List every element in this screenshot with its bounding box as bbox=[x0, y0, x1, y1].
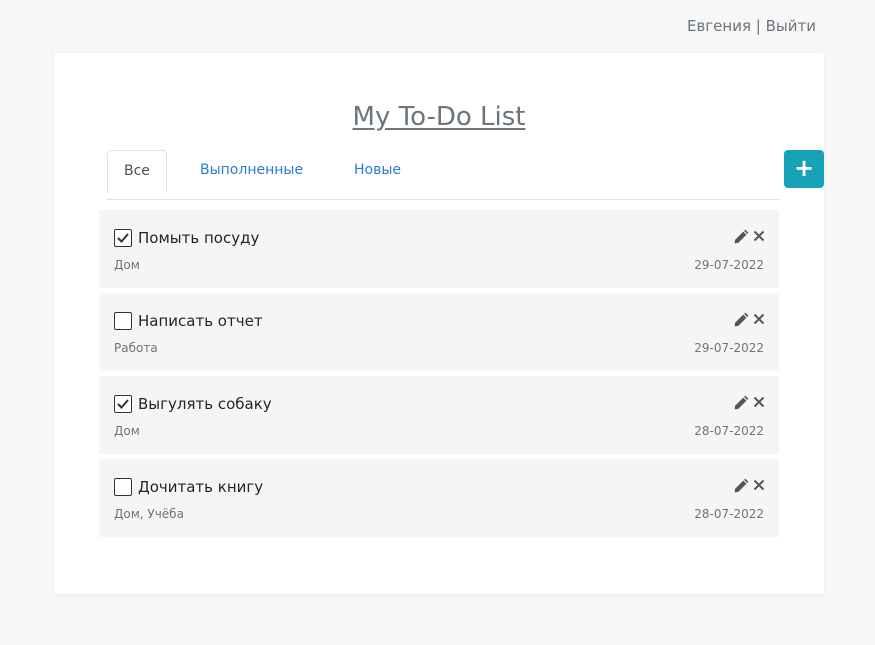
logout-link[interactable]: Выйти bbox=[766, 17, 816, 35]
task-title: Написать отчет bbox=[138, 312, 263, 330]
tab-completed[interactable]: Выполненные bbox=[184, 150, 319, 191]
close-icon[interactable] bbox=[753, 230, 765, 242]
tab-all[interactable]: Все bbox=[107, 150, 167, 193]
pencil-icon[interactable] bbox=[733, 228, 750, 245]
task-tags: Дом bbox=[114, 258, 140, 272]
task-date: 28-07-2022 bbox=[694, 424, 764, 438]
task-date: 29-07-2022 bbox=[694, 341, 764, 355]
task-title: Помыть посуду bbox=[138, 229, 260, 247]
task-tags: Работа bbox=[114, 341, 158, 355]
list-item: Написать отчет Работа 29-07-2022 bbox=[99, 293, 779, 371]
list-item: Помыть посуду Дом 29-07-2022 bbox=[99, 210, 779, 288]
task-tags: Дом, Учёба bbox=[114, 507, 184, 521]
pencil-icon[interactable] bbox=[733, 311, 750, 328]
user-menu-separator: | bbox=[755, 17, 761, 35]
pencil-icon[interactable] bbox=[733, 477, 750, 494]
list-item: Дочитать книгу Дом, Учёба 28-07-2022 bbox=[99, 459, 779, 537]
todo-card: My To-Do List Все Выполненные Новые + По… bbox=[54, 53, 824, 594]
task-checkbox[interactable] bbox=[114, 312, 132, 330]
tab-new[interactable]: Новые bbox=[338, 150, 417, 191]
task-checkbox[interactable] bbox=[114, 229, 132, 247]
user-menu: Евгения | Выйти bbox=[687, 16, 816, 36]
checkmark-icon bbox=[117, 233, 129, 243]
task-tags: Дом bbox=[114, 424, 140, 438]
task-date: 28-07-2022 bbox=[694, 507, 764, 521]
pencil-icon[interactable] bbox=[733, 394, 750, 411]
list-item: Выгулять собаку Дом 28-07-2022 bbox=[99, 376, 779, 454]
task-title: Выгулять собаку bbox=[138, 395, 272, 413]
page-title: My To-Do List bbox=[352, 102, 526, 132]
task-list: Помыть посуду Дом 29-07-2022 Написать от… bbox=[99, 210, 779, 542]
checkmark-icon bbox=[117, 399, 129, 409]
task-checkbox[interactable] bbox=[114, 395, 132, 413]
close-icon[interactable] bbox=[753, 313, 765, 325]
close-icon[interactable] bbox=[753, 479, 765, 491]
user-name: Евгения bbox=[686, 17, 751, 35]
add-task-button[interactable]: + bbox=[784, 150, 824, 188]
task-date: 29-07-2022 bbox=[694, 258, 764, 272]
task-title: Дочитать книгу bbox=[138, 478, 264, 496]
filter-tabs: Все Выполненные Новые + bbox=[107, 150, 824, 200]
close-icon[interactable] bbox=[753, 396, 765, 408]
task-checkbox[interactable] bbox=[114, 478, 132, 496]
